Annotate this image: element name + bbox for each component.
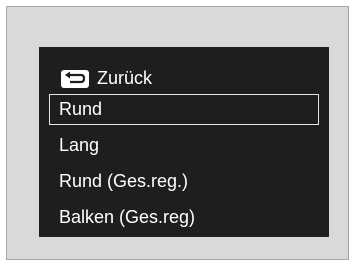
back-label: Zurück <box>97 68 153 88</box>
return-arrow-icon <box>61 70 89 88</box>
menu-item-rund[interactable]: Rund <box>59 95 102 123</box>
menu-item-lang[interactable]: Lang <box>59 131 99 159</box>
menu-item-balken-ges-reg[interactable]: Balken (Ges.reg) <box>59 203 195 231</box>
menu-screen: Zurück Rund Lang Rund (Ges.reg.) Balken … <box>39 47 329 237</box>
display-frame: Zurück Rund Lang Rund (Ges.reg.) Balken … <box>6 6 349 260</box>
menu-item-rund-ges-reg[interactable]: Rund (Ges.reg.) <box>59 167 188 195</box>
